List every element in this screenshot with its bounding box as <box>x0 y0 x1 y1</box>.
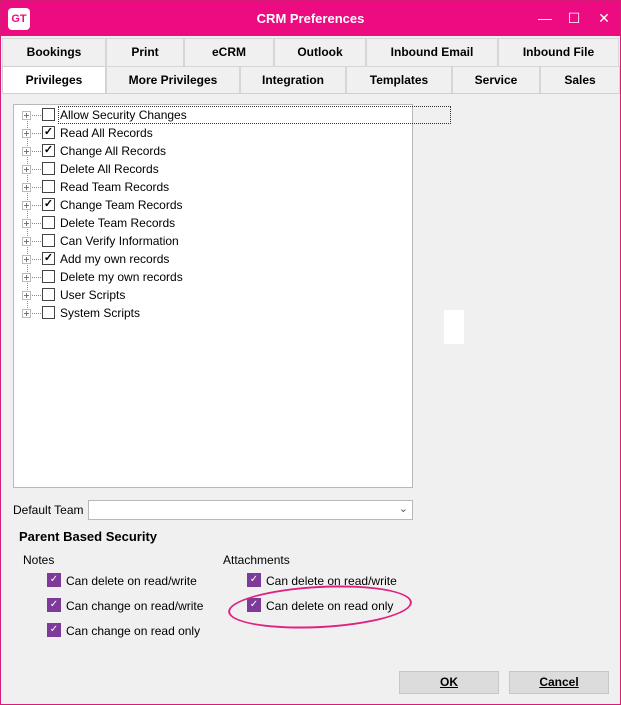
expand-icon[interactable] <box>22 147 31 156</box>
checkbox[interactable]: ✓ <box>47 573 61 587</box>
attachments-group-label: Attachments <box>223 553 290 567</box>
window-title: CRM Preferences <box>256 11 365 26</box>
tree-checkbox[interactable]: ✓ <box>42 144 55 157</box>
tree-item[interactable]: ✓ Read All Records <box>20 124 410 142</box>
tree-checkbox[interactable]: ✓ <box>42 126 55 139</box>
tree-connector <box>32 205 41 206</box>
tree-checkbox[interactable] <box>42 108 55 121</box>
tab-service[interactable]: Service <box>452 66 540 94</box>
expand-icon[interactable] <box>22 255 31 264</box>
tree-connector <box>32 223 41 224</box>
checkbox[interactable]: ✓ <box>47 623 61 637</box>
ok-button[interactable]: OK <box>399 671 499 694</box>
tab-sales[interactable]: Sales <box>540 66 620 94</box>
tab-inbound-file[interactable]: Inbound File <box>498 38 619 66</box>
tree-connector <box>32 169 41 170</box>
expand-icon[interactable] <box>22 291 31 300</box>
notes-group-label: Notes <box>23 553 55 567</box>
blank-panel <box>444 310 464 344</box>
tree-checkbox[interactable] <box>42 162 55 175</box>
tree-item-label: System Scripts <box>60 306 141 320</box>
tab-outlook[interactable]: Outlook <box>274 38 366 66</box>
tree-connector <box>32 295 41 296</box>
tree-connector <box>32 133 41 134</box>
tab-row-top: Bookings Print eCRM Outlook Inbound Emai… <box>2 38 619 66</box>
tree-item[interactable]: System Scripts <box>20 304 410 322</box>
cancel-button[interactable]: Cancel <box>509 671 609 694</box>
expand-icon[interactable] <box>22 237 31 246</box>
tree-item-label: Change Team Records <box>60 198 183 212</box>
checkbox-label: Can change on read/write <box>66 599 204 613</box>
tab-bookings[interactable]: Bookings <box>2 38 106 66</box>
maximize-button[interactable]: ☐ <box>563 7 585 29</box>
tree-item-label: User Scripts <box>60 288 126 302</box>
tree-item[interactable]: Can Verify Information <box>20 232 410 250</box>
tab-more-privileges[interactable]: More Privileges <box>106 66 240 94</box>
tree-connector <box>32 115 41 116</box>
tab-templates[interactable]: Templates <box>346 66 452 94</box>
parent-based-security-title: Parent Based Security <box>19 529 158 544</box>
tree-checkbox[interactable] <box>42 180 55 193</box>
tree-connector <box>32 241 41 242</box>
tree-item[interactable]: User Scripts <box>20 286 410 304</box>
tree-item[interactable]: ✓ Add my own records <box>20 250 410 268</box>
expand-icon[interactable] <box>22 309 31 318</box>
tree-item[interactable]: Delete my own records <box>20 268 410 286</box>
tree-item-label: Add my own records <box>60 252 170 266</box>
expand-icon[interactable] <box>22 201 31 210</box>
tab-inbound-email[interactable]: Inbound Email <box>366 38 498 66</box>
checkbox[interactable]: ✓ <box>47 598 61 612</box>
expand-icon[interactable] <box>22 129 31 138</box>
tree-checkbox[interactable]: ✓ <box>42 198 55 211</box>
tab-print[interactable]: Print <box>106 38 184 66</box>
tab-integration[interactable]: Integration <box>240 66 346 94</box>
tab-row-bottom: Privileges More Privileges Integration T… <box>2 66 620 94</box>
tree-checkbox[interactable] <box>42 288 55 301</box>
tree-item-label: Change All Records <box>60 144 167 158</box>
expand-icon[interactable] <box>22 165 31 174</box>
tree-checkbox[interactable]: ✓ <box>42 252 55 265</box>
tree-connector <box>32 277 41 278</box>
checkbox[interactable]: ✓ <box>247 573 261 587</box>
chevron-down-icon[interactable]: ⌄ <box>399 502 408 515</box>
tab-ecrm[interactable]: eCRM <box>184 38 274 66</box>
expand-icon[interactable] <box>22 273 31 282</box>
checkbox-label: Can delete on read/write <box>66 574 197 588</box>
tree-connector <box>32 151 41 152</box>
minimize-button[interactable]: — <box>534 7 556 29</box>
checkbox-label: Can change on read only <box>66 624 201 638</box>
tree-item-label: Read Team Records <box>60 180 170 194</box>
privileges-tree[interactable]: Allow Security Changes ✓ Read All Records ✓… <box>13 104 451 488</box>
tree-connector <box>32 259 41 260</box>
tree-item[interactable]: Allow Security Changes <box>20 106 451 124</box>
tree-connector <box>32 313 41 314</box>
tree-item[interactable]: ✓ Change All Records <box>20 142 410 160</box>
expand-icon[interactable] <box>22 183 31 192</box>
crm-preferences-window: GT CRM Preferences — ☐ ✕ Bookings Print … <box>0 0 621 705</box>
privileges-panel: Allow Security Changes ✓ Read All Records ✓… <box>3 93 619 663</box>
tree-item[interactable]: Delete Team Records <box>20 214 410 232</box>
tree-item[interactable]: Delete All Records <box>20 160 410 178</box>
tree-checkbox[interactable] <box>42 216 55 229</box>
title-bar[interactable]: GT CRM Preferences — ☐ ✕ <box>1 1 620 36</box>
tree-item-label: Delete All Records <box>60 162 159 176</box>
expand-icon[interactable] <box>22 111 31 120</box>
tree-item-label: Delete my own records <box>60 270 183 284</box>
default-team-label: Default Team <box>13 503 84 517</box>
default-team-dropdown[interactable]: ⌄ <box>88 500 413 520</box>
tree-item[interactable]: Read Team Records <box>20 178 410 196</box>
tree-checkbox[interactable] <box>42 306 55 319</box>
tab-privileges[interactable]: Privileges <box>2 66 106 94</box>
tree-item-label: Can Verify Information <box>60 234 179 248</box>
tree-checkbox[interactable] <box>42 270 55 283</box>
tree-connector <box>32 187 41 188</box>
expand-icon[interactable] <box>22 219 31 228</box>
tree-checkbox[interactable] <box>42 234 55 247</box>
close-button[interactable]: ✕ <box>593 7 615 29</box>
tree-item-label: Allow Security Changes <box>58 106 451 124</box>
tree-item-label: Delete Team Records <box>60 216 176 230</box>
tree-item[interactable]: ✓ Change Team Records <box>20 196 410 214</box>
tree-item-label: Read All Records <box>60 126 153 140</box>
